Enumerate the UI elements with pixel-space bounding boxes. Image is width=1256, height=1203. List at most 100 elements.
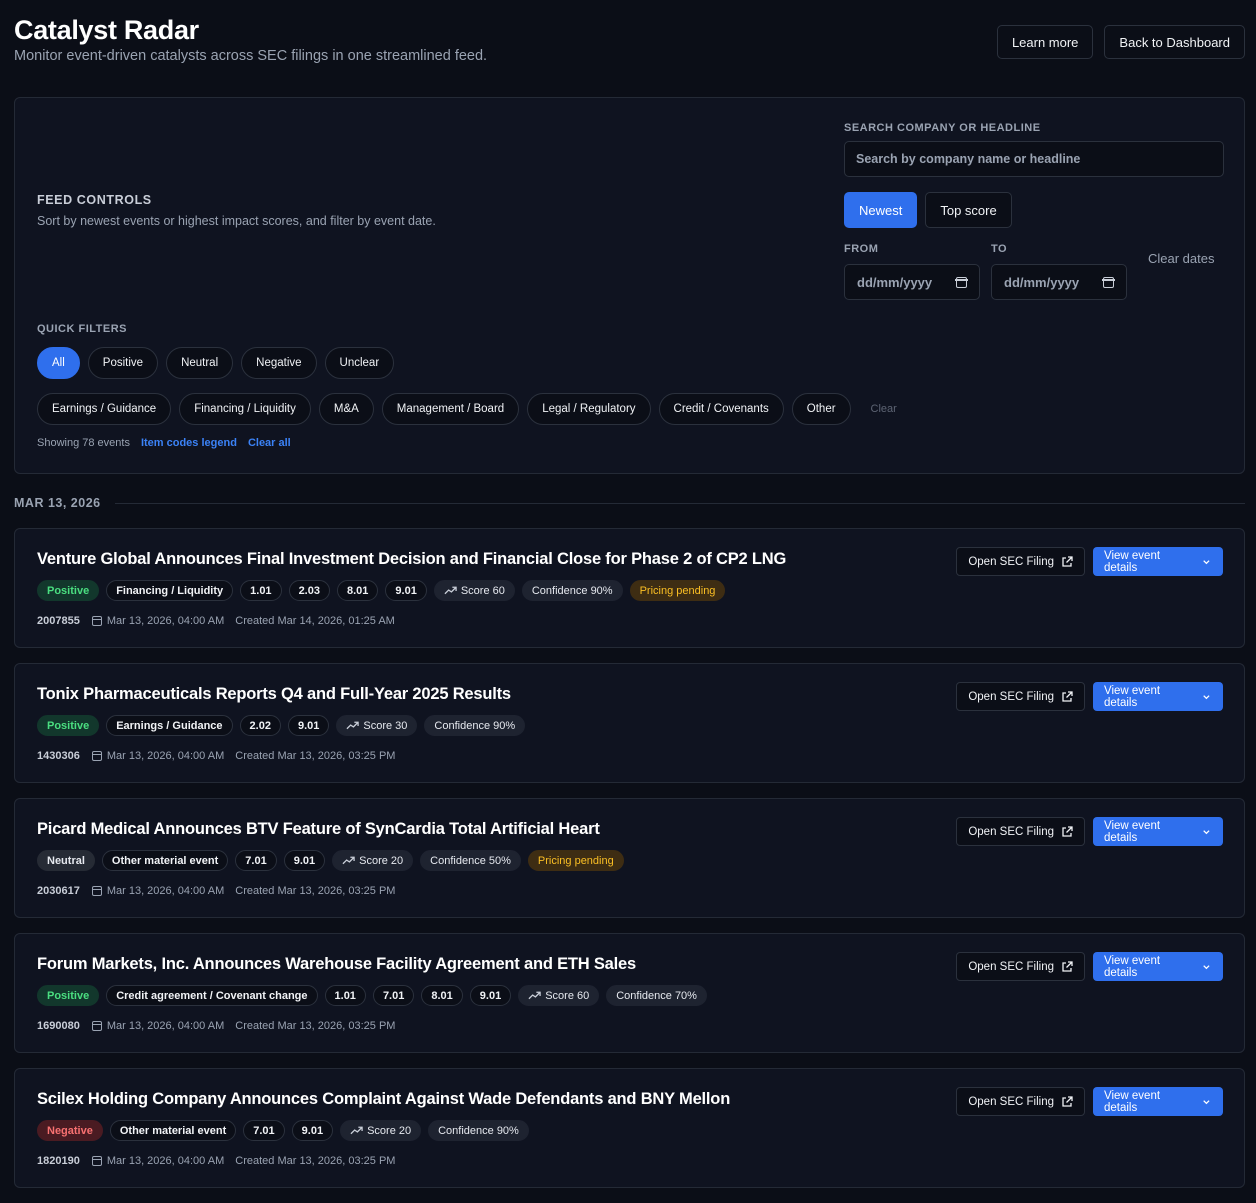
event-card: Picard Medical Announces BTV Feature of …	[14, 798, 1245, 918]
feed-controls-title: FEED CONTROLS	[37, 193, 152, 207]
page-header: Catalyst Radar Monitor event-driven cata…	[14, 14, 1245, 74]
search-input[interactable]	[844, 141, 1224, 177]
event-id: 2007855	[37, 615, 80, 627]
chevron-down-icon	[1203, 829, 1210, 834]
to-label: TO	[991, 243, 1008, 255]
sort-top-score-button[interactable]: Top score	[925, 192, 1012, 228]
external-link-icon	[1062, 960, 1073, 972]
event-meta: 1690080 Mar 13, 2026, 04:00 AM Created Mar…	[37, 1020, 395, 1032]
filter-chip-ma[interactable]: M&A	[318, 393, 374, 425]
event-tags: Neutral Other material event 7.01 9.01 Score…	[37, 850, 624, 871]
back-to-dashboard-button[interactable]: Back to Dashboard	[1104, 25, 1245, 59]
sentiment-badge: Neutral	[37, 850, 95, 871]
view-event-details-button[interactable]: View event details	[1093, 682, 1223, 711]
sort-newest-button[interactable]: Newest	[844, 192, 918, 228]
from-date-value: dd/mm/yyyy	[857, 274, 933, 290]
view-event-details-label: View event details	[1104, 954, 1161, 979]
trend-up-icon	[350, 1126, 363, 1135]
calendar-icon	[91, 616, 103, 626]
event-date: Mar 13, 2026, 04:00 AM	[106, 1155, 225, 1167]
to-date-field[interactable]: dd/mm/yyyy	[991, 264, 1127, 300]
filter-chip-other[interactable]: Other	[791, 393, 851, 425]
item-code-badge: 1.01	[240, 580, 282, 601]
item-code-badge: 8.01	[421, 985, 463, 1006]
item-code-badge: 7.01	[243, 1120, 285, 1141]
created-date: Created Mar 13, 2026, 03:25 PM	[235, 1155, 396, 1167]
item-code-badge: 9.01	[283, 850, 326, 871]
score-badge: Score 60	[518, 985, 600, 1006]
external-link-icon	[1062, 690, 1073, 702]
event-actions: Open SEC Filing View event details	[956, 1087, 1223, 1116]
filter-chip-positive[interactable]: Positive	[87, 347, 159, 379]
open-sec-filing-label: Open SEC Filing	[968, 690, 1054, 703]
item-code-badge: 9.01	[385, 580, 427, 601]
from-label: FROM	[844, 243, 879, 255]
clear-all-link[interactable]: Clear all	[248, 437, 291, 449]
confidence-badge: Confidence 90%	[424, 715, 526, 736]
category-badge: Earnings / Guidance	[106, 715, 233, 736]
external-link-icon	[1062, 825, 1073, 837]
score-badge: Score 60	[433, 580, 515, 601]
open-sec-filing-button[interactable]: Open SEC Filing	[956, 1087, 1085, 1116]
filter-chip-legal[interactable]: Legal / Regulatory	[527, 393, 651, 425]
external-link-icon	[1062, 1095, 1073, 1107]
calendar-icon[interactable]	[955, 276, 968, 288]
sentiment-filter-row: All Positive Neutral Negative Unclear	[37, 347, 395, 379]
event-date: Mar 13, 2026, 04:00 AM	[106, 615, 225, 627]
clear-category-button[interactable]: Clear	[871, 403, 897, 415]
filter-meta-row: Showing 78 events Item codes legend Clea…	[37, 437, 291, 449]
category-badge: Financing / Liquidity	[106, 580, 234, 601]
sentiment-badge: Positive	[37, 985, 100, 1006]
event-title[interactable]: Tonix Pharmaceuticals Reports Q4 and Ful…	[37, 685, 511, 704]
category-badge: Other material event	[109, 1120, 237, 1141]
event-tags: Negative Other material event 7.01 9.01 Scor…	[37, 1120, 529, 1141]
category-badge: Other material event	[101, 850, 229, 871]
event-actions: Open SEC Filing View event details	[956, 952, 1223, 981]
item-code-badge: 2.02	[239, 715, 281, 736]
filter-chip-management[interactable]: Management / Board	[381, 393, 520, 425]
open-sec-filing-label: Open SEC Filing	[968, 1095, 1054, 1108]
event-date: Mar 13, 2026, 04:00 AM	[106, 885, 225, 897]
event-title[interactable]: Venture Global Announces Final Investmen…	[37, 550, 786, 569]
event-tags: Positive Earnings / Guidance 2.02 9.01 Score…	[37, 715, 526, 736]
open-sec-filing-button[interactable]: Open SEC Filing	[956, 682, 1085, 711]
open-sec-filing-button[interactable]: Open SEC Filing	[956, 952, 1085, 981]
filter-chip-earnings[interactable]: Earnings / Guidance	[37, 393, 172, 425]
sentiment-badge: Positive	[37, 715, 100, 736]
date-group-header: MAR 13, 2026	[14, 496, 1245, 510]
filter-chip-financing[interactable]: Financing / Liquidity	[179, 393, 311, 425]
open-sec-filing-button[interactable]: Open SEC Filing	[956, 817, 1085, 846]
search-label: SEARCH COMPANY OR HEADLINE	[844, 122, 1041, 134]
chevron-down-icon	[1203, 1099, 1210, 1104]
open-sec-filing-label: Open SEC Filing	[968, 825, 1054, 838]
filter-chip-negative[interactable]: Negative	[241, 347, 317, 379]
score-text: Score 60	[460, 584, 505, 597]
score-badge: Score 30	[336, 715, 418, 736]
filter-chip-credit[interactable]: Credit / Covenants	[658, 393, 784, 425]
calendar-icon	[91, 1021, 103, 1031]
event-tags: Positive Credit agreement / Covenant chan…	[37, 985, 707, 1006]
item-code-badge: 7.01	[372, 985, 415, 1006]
event-title[interactable]: Picard Medical Announces BTV Feature of …	[37, 820, 600, 839]
open-sec-filing-button[interactable]: Open SEC Filing	[956, 547, 1085, 576]
calendar-icon	[91, 886, 103, 896]
item-codes-legend-link[interactable]: Item codes legend	[141, 437, 237, 449]
from-date-field[interactable]: dd/mm/yyyy	[844, 264, 980, 300]
event-title[interactable]: Scilex Holding Company Announces Complai…	[37, 1090, 730, 1109]
filter-chip-neutral[interactable]: Neutral	[166, 347, 234, 379]
view-event-details-button[interactable]: View event details	[1093, 817, 1223, 846]
clear-dates-button[interactable]: Clear dates	[1148, 251, 1214, 266]
calendar-icon[interactable]	[1102, 276, 1115, 288]
confidence-badge: Confidence 50%	[420, 850, 521, 871]
view-event-details-button[interactable]: View event details	[1093, 1087, 1223, 1116]
event-actions: Open SEC Filing View event details	[956, 817, 1223, 846]
view-event-details-button[interactable]: View event details	[1093, 952, 1223, 981]
confidence-badge: Confidence 90%	[521, 580, 623, 601]
event-date: Mar 13, 2026, 04:00 AM	[106, 750, 225, 762]
view-event-details-button[interactable]: View event details	[1093, 547, 1223, 576]
filter-chip-all[interactable]: All	[37, 347, 80, 379]
event-title[interactable]: Forum Markets, Inc. Announces Warehouse …	[37, 955, 636, 974]
item-code-badge: 7.01	[235, 850, 277, 871]
filter-chip-unclear[interactable]: Unclear	[324, 347, 395, 379]
learn-more-button[interactable]: Learn more	[996, 25, 1094, 59]
